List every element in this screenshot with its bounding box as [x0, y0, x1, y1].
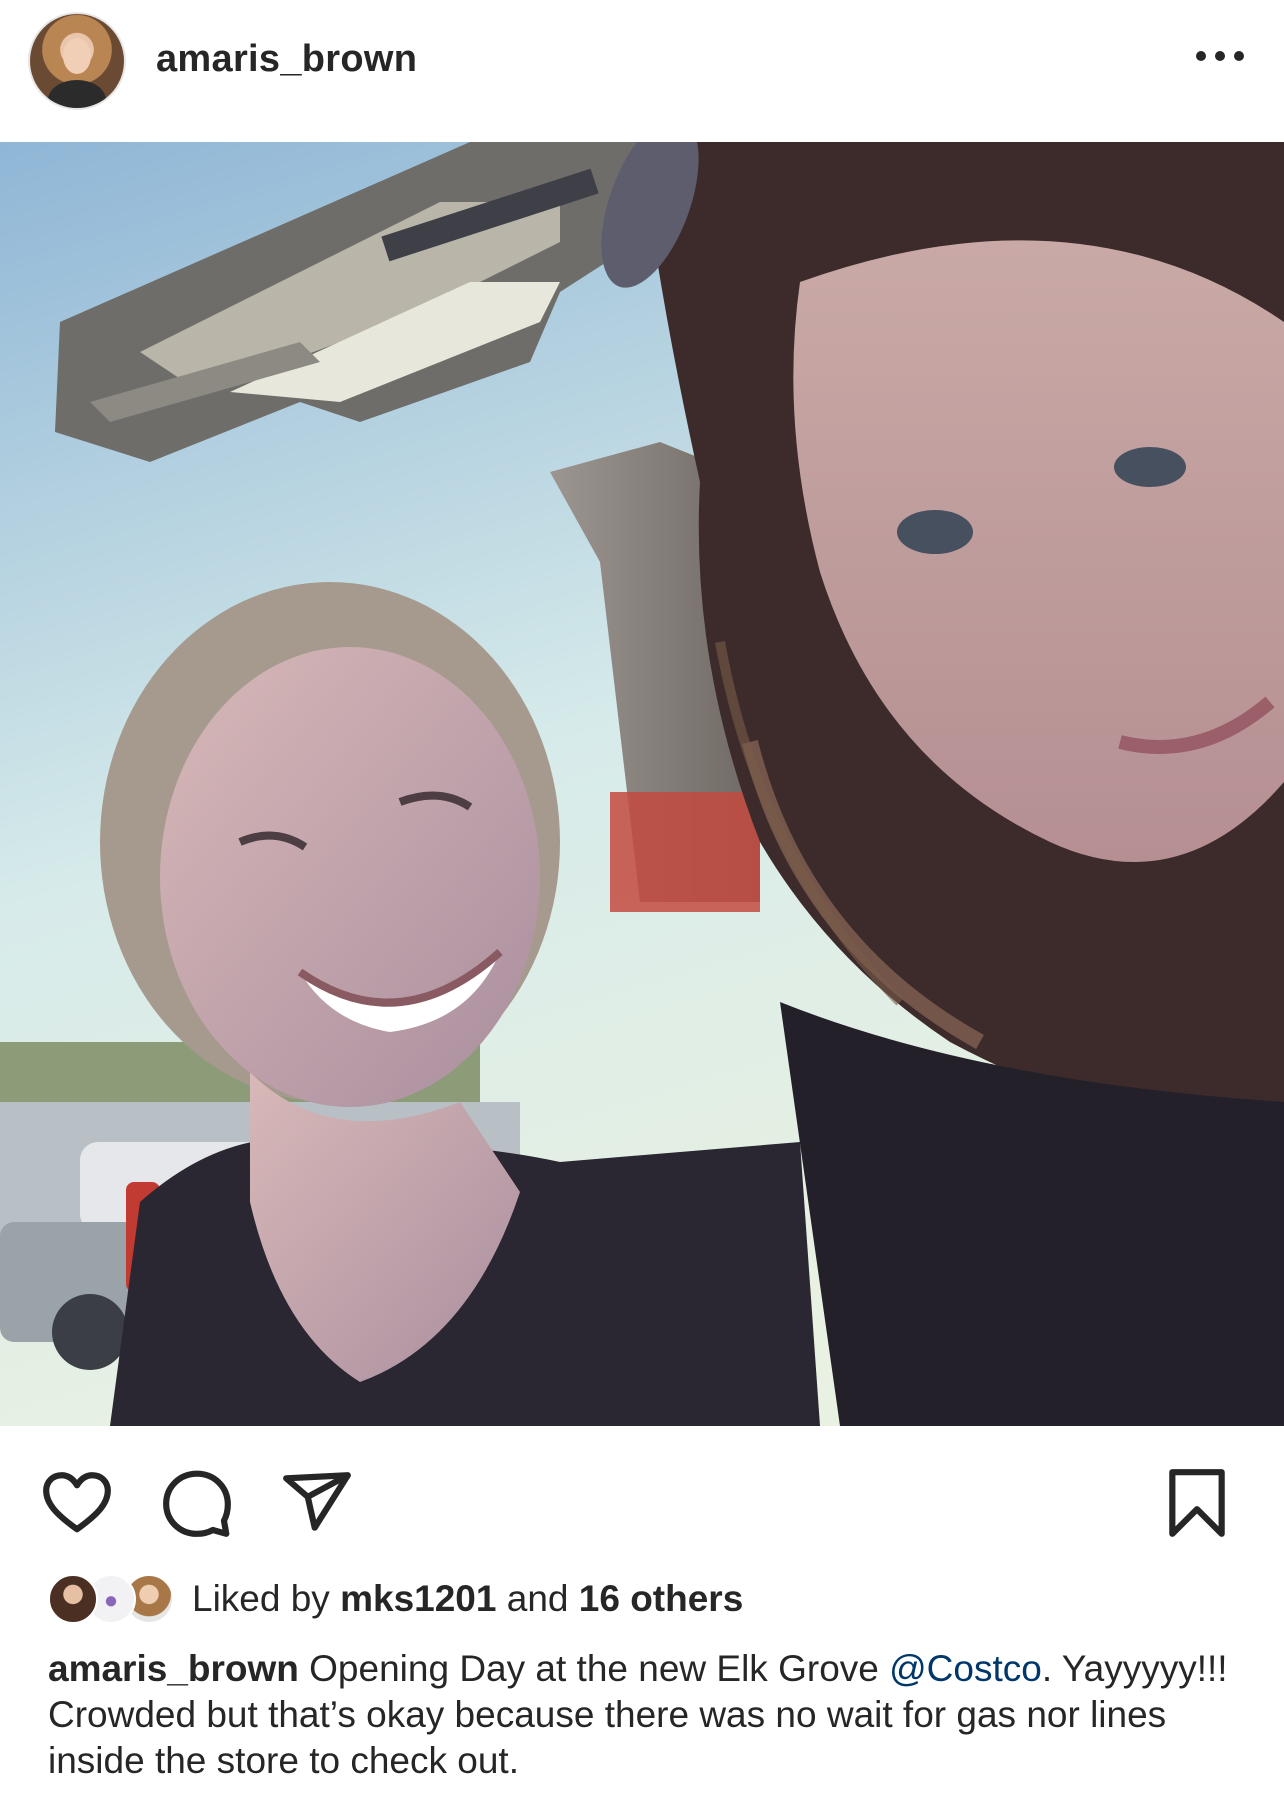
comment-bubble-icon	[163, 1470, 231, 1537]
share-button[interactable]	[280, 1466, 354, 1540]
avatar-face	[63, 38, 91, 74]
comment-button[interactable]	[160, 1466, 234, 1540]
likes-others[interactable]: 16 others	[579, 1578, 744, 1619]
header-username[interactable]: amaris_brown	[156, 38, 417, 81]
more-dot-icon	[1215, 51, 1225, 61]
likes-summary[interactable]: Liked by mks1201 and 16 others	[192, 1578, 743, 1620]
caption-text: Opening Day at the new Elk Grove	[298, 1648, 890, 1689]
liker-avatar	[48, 1574, 98, 1624]
caption-mention-link[interactable]: @Costco	[889, 1648, 1042, 1689]
save-button[interactable]	[1160, 1466, 1234, 1540]
bookmark-icon	[1169, 1469, 1225, 1537]
likes-middle: and	[496, 1578, 579, 1619]
more-options-button[interactable]	[1196, 44, 1244, 68]
profile-avatar[interactable]	[30, 14, 124, 108]
post-caption: amaris_brown Opening Day at the new Elk …	[48, 1646, 1248, 1784]
heart-icon	[43, 1472, 111, 1533]
photo-illustration	[0, 142, 1284, 1426]
caption-username[interactable]: amaris_brown	[48, 1648, 299, 1689]
likes-prefix: Liked by	[192, 1578, 341, 1619]
post-photo[interactable]	[0, 142, 1284, 1426]
like-button[interactable]	[40, 1466, 114, 1540]
likes-row: Liked by mks1201 and 16 others	[48, 1574, 743, 1624]
more-dot-icon	[1196, 51, 1206, 61]
post-header: amaris_brown	[0, 0, 1284, 142]
action-bar	[0, 1426, 1284, 1566]
liker-username[interactable]: mks1201	[340, 1578, 496, 1619]
paper-plane-icon	[283, 1472, 351, 1531]
liker-avatars[interactable]	[48, 1574, 174, 1624]
avatar-body	[48, 80, 106, 108]
more-dot-icon	[1234, 51, 1244, 61]
